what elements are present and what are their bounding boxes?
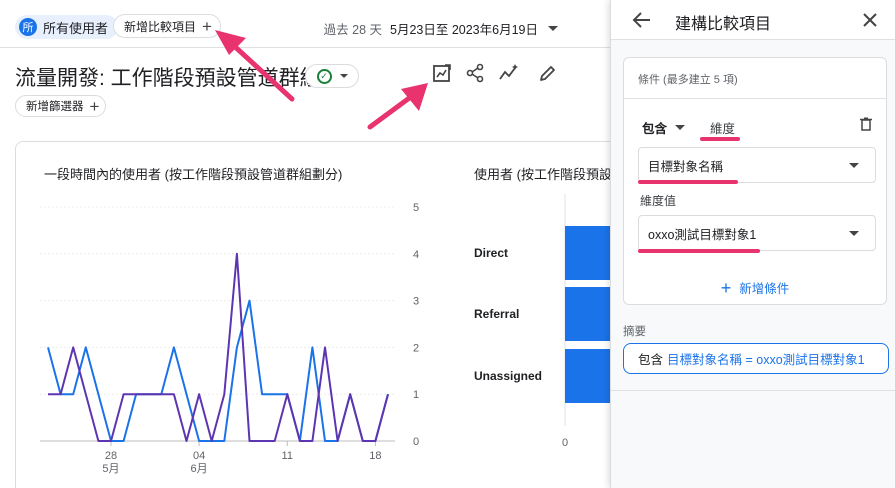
x-tick-label: 0 xyxy=(562,437,568,449)
add-comparison-label: 新增比較項目 xyxy=(124,19,197,34)
report-main: 所 所有使用者 新增比較項目 + 過去 28 天 5月23日至 2023年6月1… xyxy=(0,0,610,488)
plus-icon: + xyxy=(202,16,212,36)
build-comparison-panel: 建構比較項目 條件 (最多建立 5 項) 包含 維度 目標對象名稱 維度值 ox… xyxy=(610,0,895,488)
x-tick-label: 11 xyxy=(282,450,293,462)
line-chart: 0 1 2 3 4 5 285月 046月 11 18 xyxy=(40,202,419,475)
dimension-value-label: 維度值 xyxy=(640,194,677,208)
check-circle-icon: ✓ xyxy=(316,68,332,84)
bar xyxy=(565,287,610,341)
segment-label: 所有使用者 xyxy=(43,20,109,36)
bar xyxy=(565,349,610,403)
add-filter-label: 新增篩選器 xyxy=(26,101,84,113)
y-tick-label: 4 xyxy=(413,249,419,261)
divider xyxy=(624,98,886,99)
add-condition-button[interactable]: + 新增條件 xyxy=(624,278,886,297)
add-comparison-button[interactable]: 新增比較項目 + xyxy=(113,14,221,38)
dimension-select[interactable]: 目標對象名稱 xyxy=(638,147,876,183)
condition-limit-text: 條件 (最多建立 5 項) xyxy=(638,74,738,86)
x-tick-label: 18 xyxy=(369,450,381,462)
dimension-label: 維度 xyxy=(710,122,736,136)
condition-card: 條件 (最多建立 5 項) 包含 維度 目標對象名稱 維度值 oxxo測試目標對… xyxy=(623,57,887,305)
x-tick-label: 04 xyxy=(193,450,205,462)
highlight-underline xyxy=(638,249,760,253)
x-tick-sublabel: 5月 xyxy=(102,463,119,475)
add-condition-label: 新增條件 xyxy=(739,282,790,296)
panel-title: 建構比較項目 xyxy=(675,16,772,33)
summary-label: 摘要 xyxy=(623,326,646,338)
dimension-select-value: 目標對象名稱 xyxy=(648,159,724,174)
plus-icon: + xyxy=(720,277,732,298)
highlight-underline xyxy=(638,180,738,184)
segment-avatar: 所 xyxy=(19,18,37,36)
bar-chart: Direct Referral Unassigned 0 xyxy=(474,194,610,449)
top-bar: 所 所有使用者 新增比較項目 + 過去 28 天 5月23日至 2023年6月1… xyxy=(0,0,610,48)
divider xyxy=(611,390,895,391)
back-arrow-icon[interactable] xyxy=(631,9,653,31)
chevron-down-icon xyxy=(849,231,859,236)
summary-expression: 目標對象名稱 = oxxo測試目標對象1 xyxy=(667,353,865,367)
include-label: 包含 xyxy=(642,122,668,136)
plus-icon: + xyxy=(89,96,100,116)
x-tick-label: 28 xyxy=(105,450,117,462)
share-icon[interactable] xyxy=(464,62,486,84)
y-tick-label: 3 xyxy=(413,296,419,308)
chevron-down-icon xyxy=(849,163,859,168)
date-range-text: 5月23日至 2023年6月19日 xyxy=(390,23,538,37)
status-chip[interactable]: ✓ xyxy=(305,64,359,88)
insights-icon[interactable] xyxy=(498,62,520,84)
page-title: 流量開發: 工作階段預設管道群組 xyxy=(15,67,321,90)
edit-report-icon[interactable] xyxy=(431,62,453,84)
bar xyxy=(565,226,610,280)
dimension-value-select[interactable]: oxxo測試目標對象1 xyxy=(638,215,876,251)
chevron-down-icon xyxy=(339,74,348,78)
x-tick-sublabel: 6月 xyxy=(191,463,208,475)
highlight-underline xyxy=(700,137,740,141)
y-tick-label: 0 xyxy=(413,436,419,448)
chevron-down-icon xyxy=(548,26,558,31)
date-range-picker[interactable]: 過去 28 天 5月23日至 2023年6月19日 xyxy=(324,19,558,38)
chevron-down-icon xyxy=(675,125,686,130)
dimension-value-select-value: oxxo測試目標對象1 xyxy=(648,227,757,242)
panel-header: 建構比較項目 xyxy=(611,0,895,40)
summary-box: 包含 目標對象名稱 = oxxo測試目標對象1 xyxy=(623,343,889,374)
bar-category-label: Referral xyxy=(474,307,519,321)
bar-category-label: Direct xyxy=(474,246,508,260)
close-icon[interactable] xyxy=(860,10,880,30)
arrow-annotation-edit xyxy=(367,83,428,130)
trash-icon[interactable] xyxy=(858,116,874,132)
include-dropdown[interactable]: 包含 xyxy=(642,118,686,137)
y-tick-label: 1 xyxy=(413,389,419,401)
bar-category-label: Unassigned xyxy=(474,369,542,383)
y-tick-label: 2 xyxy=(413,342,419,354)
pencil-icon[interactable] xyxy=(537,62,559,84)
segment-chip[interactable]: 所 所有使用者 xyxy=(15,15,119,39)
add-filter-button[interactable]: 新增篩選器 + xyxy=(15,95,107,117)
y-tick-label: 5 xyxy=(413,202,419,214)
summary-keyword: 包含 xyxy=(638,353,664,367)
date-prefix: 過去 28 天 xyxy=(323,23,382,37)
